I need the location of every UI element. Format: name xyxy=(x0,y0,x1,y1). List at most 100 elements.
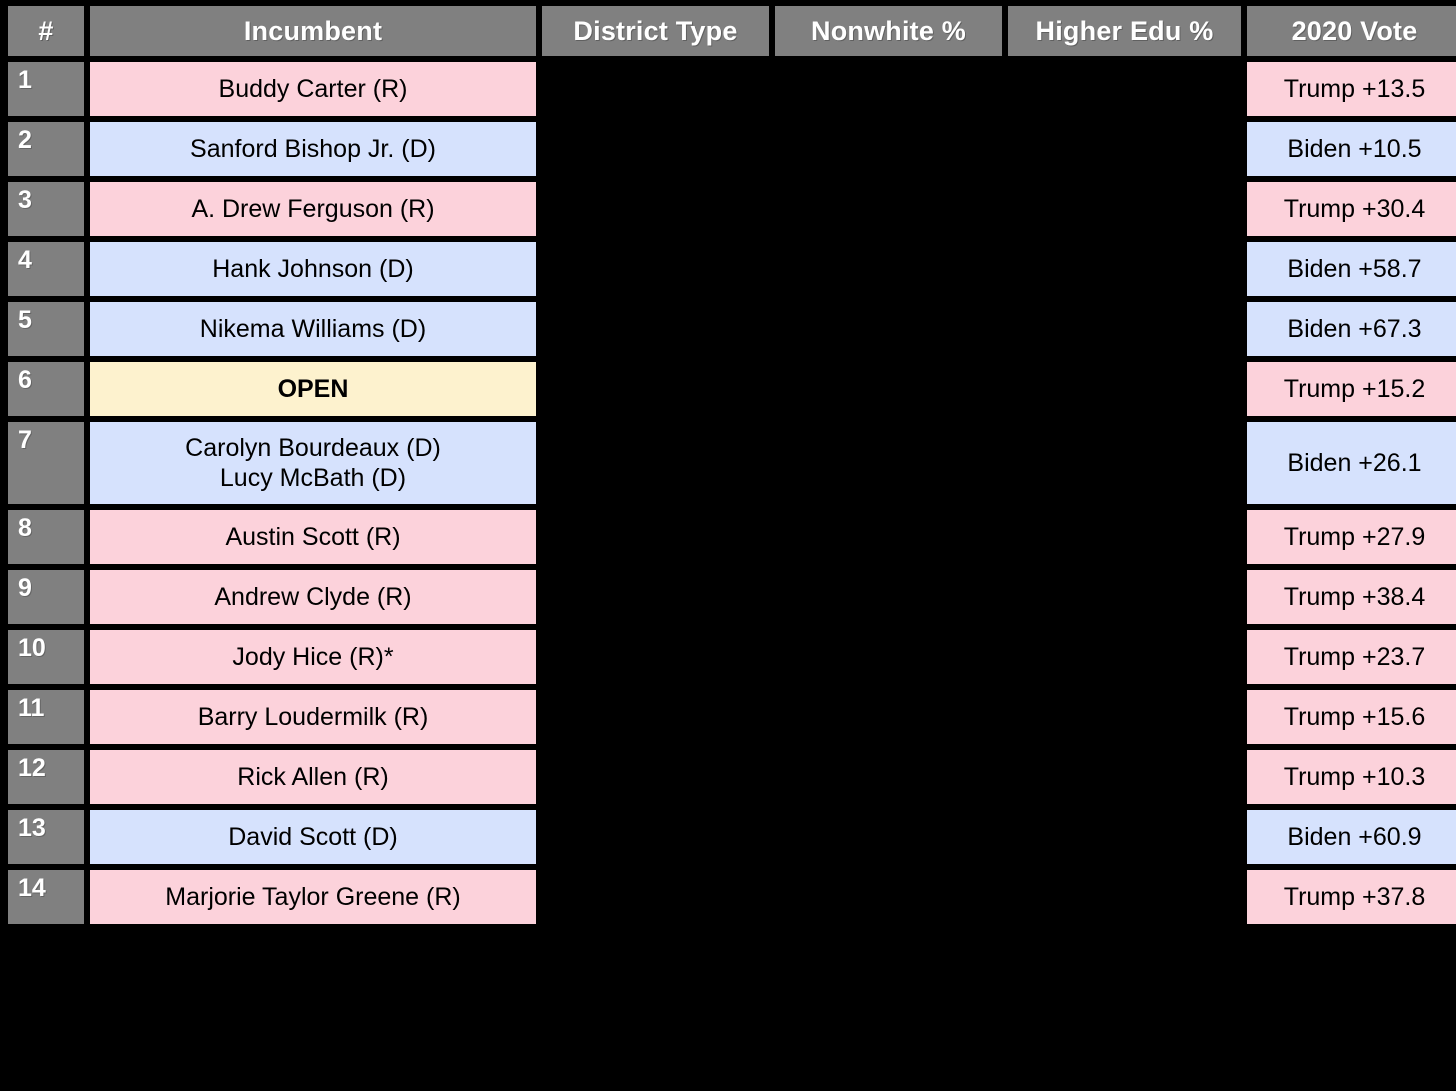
district-type-cell xyxy=(541,809,770,865)
row-number-cell: 5 xyxy=(7,301,85,357)
table-row: 11 Barry Loudermilk (R) Trump +15.6 xyxy=(7,689,1456,745)
district-type-cell xyxy=(541,361,770,417)
table-row: 7 Carolyn Bourdeaux (D) Lucy McBath (D) Bid… xyxy=(7,421,1456,505)
incumbent-cell: Austin Scott (R) xyxy=(89,509,537,565)
vote-margin-cell: Biden +58.7 xyxy=(1246,241,1456,297)
row-number-cell: 6 xyxy=(7,361,85,417)
districts-table-container: # Incumbent District Type Nonwhite % Hig… xyxy=(7,5,1456,925)
vote-margin-cell: Biden +67.3 xyxy=(1246,301,1456,357)
table-row: 13 David Scott (D) Biden +60.9 xyxy=(7,809,1456,865)
district-type-cell xyxy=(541,121,770,177)
row-number-cell: 2 xyxy=(7,121,85,177)
higher-edu-pct-cell xyxy=(1007,749,1242,805)
higher-edu-pct-cell xyxy=(1007,689,1242,745)
higher-edu-pct-cell xyxy=(1007,509,1242,565)
district-type-cell xyxy=(541,689,770,745)
vote-margin-cell: Biden +10.5 xyxy=(1246,121,1456,177)
vote-margin-cell: Trump +13.5 xyxy=(1246,61,1456,117)
higher-edu-pct-cell xyxy=(1007,121,1242,177)
incumbent-cell: OPEN xyxy=(89,361,537,417)
table-row: 2 Sanford Bishop Jr. (D) Biden +10.5 xyxy=(7,121,1456,177)
vote-margin-cell: Trump +38.4 xyxy=(1246,569,1456,625)
row-number-cell: 7 xyxy=(7,421,85,505)
nonwhite-pct-cell xyxy=(774,301,1003,357)
row-number-cell: 10 xyxy=(7,629,85,685)
vote-margin-cell: Biden +60.9 xyxy=(1246,809,1456,865)
table-header: # Incumbent District Type Nonwhite % Hig… xyxy=(7,5,1456,57)
district-type-cell xyxy=(541,241,770,297)
column-header-incumbent[interactable]: Incumbent xyxy=(89,5,537,57)
incumbent-cell: Sanford Bishop Jr. (D) xyxy=(89,121,537,177)
table-row: 1 Buddy Carter (R) Trump +13.5 xyxy=(7,61,1456,117)
higher-edu-pct-cell xyxy=(1007,809,1242,865)
vote-margin-cell: Trump +37.8 xyxy=(1246,869,1456,925)
header-row: # Incumbent District Type Nonwhite % Hig… xyxy=(7,5,1456,57)
higher-edu-pct-cell xyxy=(1007,241,1242,297)
table-row: 10 Jody Hice (R)* Trump +23.7 xyxy=(7,629,1456,685)
district-type-cell xyxy=(541,61,770,117)
incumbent-cell: Hank Johnson (D) xyxy=(89,241,537,297)
incumbent-cell: A. Drew Ferguson (R) xyxy=(89,181,537,237)
nonwhite-pct-cell xyxy=(774,809,1003,865)
higher-edu-pct-cell xyxy=(1007,629,1242,685)
column-header-number[interactable]: # xyxy=(7,5,85,57)
table-row: 12 Rick Allen (R) Trump +10.3 xyxy=(7,749,1456,805)
incumbent-cell: Buddy Carter (R) xyxy=(89,61,537,117)
vote-margin-cell: Trump +15.6 xyxy=(1246,689,1456,745)
higher-edu-pct-cell xyxy=(1007,869,1242,925)
row-number-cell: 4 xyxy=(7,241,85,297)
vote-margin-cell: Biden +26.1 xyxy=(1246,421,1456,505)
nonwhite-pct-cell xyxy=(774,869,1003,925)
nonwhite-pct-cell xyxy=(774,689,1003,745)
nonwhite-pct-cell xyxy=(774,241,1003,297)
row-number-cell: 14 xyxy=(7,869,85,925)
higher-edu-pct-cell xyxy=(1007,181,1242,237)
column-header-2020-vote[interactable]: 2020 Vote xyxy=(1246,5,1456,57)
incumbent-cell: Marjorie Taylor Greene (R) xyxy=(89,869,537,925)
higher-edu-pct-cell xyxy=(1007,61,1242,117)
row-number-cell: 11 xyxy=(7,689,85,745)
table-row: 3 A. Drew Ferguson (R) Trump +30.4 xyxy=(7,181,1456,237)
column-header-higher-edu-pct[interactable]: Higher Edu % xyxy=(1007,5,1242,57)
higher-edu-pct-cell xyxy=(1007,569,1242,625)
nonwhite-pct-cell xyxy=(774,509,1003,565)
table-body: 1 Buddy Carter (R) Trump +13.5 2 Sanford Bis… xyxy=(7,61,1456,925)
nonwhite-pct-cell xyxy=(774,421,1003,505)
nonwhite-pct-cell xyxy=(774,629,1003,685)
incumbent-cell: Jody Hice (R)* xyxy=(89,629,537,685)
vote-margin-cell: Trump +23.7 xyxy=(1246,629,1456,685)
nonwhite-pct-cell xyxy=(774,569,1003,625)
vote-margin-cell: Trump +15.2 xyxy=(1246,361,1456,417)
column-header-district-type[interactable]: District Type xyxy=(541,5,770,57)
vote-margin-cell: Trump +30.4 xyxy=(1246,181,1456,237)
table-row: 14 Marjorie Taylor Greene (R) Trump +37.8 xyxy=(7,869,1456,925)
incumbent-cell: Carolyn Bourdeaux (D) Lucy McBath (D) xyxy=(89,421,537,505)
table-row: 5 Nikema Williams (D) Biden +67.3 xyxy=(7,301,1456,357)
district-type-cell xyxy=(541,629,770,685)
vote-margin-cell: Trump +27.9 xyxy=(1246,509,1456,565)
table-row: 8 Austin Scott (R) Trump +27.9 xyxy=(7,509,1456,565)
row-number-cell: 8 xyxy=(7,509,85,565)
district-type-cell xyxy=(541,749,770,805)
row-number-cell: 1 xyxy=(7,61,85,117)
district-type-cell xyxy=(541,301,770,357)
higher-edu-pct-cell xyxy=(1007,361,1242,417)
column-header-nonwhite-pct[interactable]: Nonwhite % xyxy=(774,5,1003,57)
nonwhite-pct-cell xyxy=(774,121,1003,177)
district-type-cell xyxy=(541,181,770,237)
districts-table: # Incumbent District Type Nonwhite % Hig… xyxy=(3,1,1456,929)
table-row: 6 OPEN Trump +15.2 xyxy=(7,361,1456,417)
higher-edu-pct-cell xyxy=(1007,421,1242,505)
nonwhite-pct-cell xyxy=(774,181,1003,237)
incumbent-cell: Barry Loudermilk (R) xyxy=(89,689,537,745)
district-type-cell xyxy=(541,869,770,925)
incumbent-cell: Rick Allen (R) xyxy=(89,749,537,805)
table-row: 4 Hank Johnson (D) Biden +58.7 xyxy=(7,241,1456,297)
district-type-cell xyxy=(541,421,770,505)
incumbent-cell: Andrew Clyde (R) xyxy=(89,569,537,625)
incumbent-cell: David Scott (D) xyxy=(89,809,537,865)
row-number-cell: 13 xyxy=(7,809,85,865)
vote-margin-cell: Trump +10.3 xyxy=(1246,749,1456,805)
nonwhite-pct-cell xyxy=(774,361,1003,417)
incumbent-cell: Nikema Williams (D) xyxy=(89,301,537,357)
